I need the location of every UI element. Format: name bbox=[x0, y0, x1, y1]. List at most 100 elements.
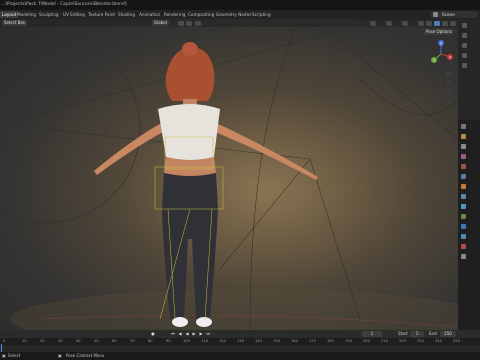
tab-rendering[interactable]: Rendering bbox=[164, 11, 185, 18]
frame-ruler[interactable]: 0 10 20 30 40 50 60 70 80 90 100 110 120… bbox=[0, 338, 480, 345]
overlay-toggle-icon[interactable] bbox=[402, 20, 408, 26]
pivot-point-icon[interactable] bbox=[178, 20, 184, 26]
output-properties-icon[interactable] bbox=[461, 144, 466, 149]
tab-layout[interactable]: Layout bbox=[0, 11, 19, 18]
top-shirt bbox=[158, 104, 220, 160]
next-keyframe-icon[interactable]: ▶ bbox=[198, 331, 204, 337]
material-shading-icon[interactable] bbox=[442, 20, 448, 26]
floor-glow bbox=[10, 289, 458, 330]
timeline-controls: ● ⏮ ◀ ◀ ▶ ▶ ⏭ 1 Start 1 End 250 bbox=[0, 330, 480, 338]
tool-properties-icon[interactable] bbox=[461, 124, 466, 129]
view-layer-icon[interactable] bbox=[462, 43, 467, 48]
texture-properties-icon[interactable] bbox=[461, 254, 466, 259]
proportional-edit-icon[interactable] bbox=[195, 20, 201, 26]
physics-properties-icon[interactable] bbox=[461, 204, 466, 209]
ruler-tick: 130 bbox=[237, 339, 244, 343]
scene-icon bbox=[433, 12, 438, 17]
jump-start-icon[interactable]: ● bbox=[150, 331, 156, 337]
wireframe-shading-icon[interactable] bbox=[426, 20, 432, 26]
ruler-tick: 140 bbox=[255, 339, 262, 343]
camera-view-icon[interactable] bbox=[446, 89, 452, 95]
ruler-tick: 150 bbox=[273, 339, 280, 343]
ruler-tick: 20 bbox=[40, 339, 45, 343]
transform-orientation-dropdown[interactable]: Global bbox=[152, 20, 169, 26]
right-arm bbox=[212, 122, 318, 180]
ruler-tick: 60 bbox=[112, 339, 117, 343]
pan-hand-icon[interactable] bbox=[446, 80, 452, 86]
keyframe-area[interactable] bbox=[0, 345, 480, 352]
world-properties-icon[interactable] bbox=[461, 174, 466, 179]
scene-selector[interactable]: Scene bbox=[430, 11, 478, 18]
play-icon[interactable]: ▶ bbox=[191, 331, 197, 337]
ruler-tick: 240 bbox=[435, 339, 442, 343]
armature-data-icon[interactable] bbox=[461, 224, 466, 229]
bone-properties-icon[interactable] bbox=[461, 234, 466, 239]
ruler-tick: 250 bbox=[453, 339, 460, 343]
zoom-icon[interactable] bbox=[446, 71, 452, 77]
tab-geometry-nodes[interactable]: Geometry Nodes bbox=[216, 11, 251, 18]
tab-shading[interactable]: Shading bbox=[118, 11, 135, 18]
constraint-properties-icon[interactable] bbox=[461, 214, 466, 219]
tab-scripting[interactable]: Scripting bbox=[252, 11, 271, 18]
pivot-marker bbox=[42, 124, 50, 132]
view-layer-properties-icon[interactable] bbox=[461, 154, 466, 159]
ruler-tick: 100 bbox=[183, 339, 190, 343]
end-label: End bbox=[429, 331, 437, 336]
select-mode-dropdown[interactable]: Select Box bbox=[2, 20, 28, 26]
ruler-tick: 200 bbox=[363, 339, 370, 343]
jump-to-end-icon[interactable]: ⏭ bbox=[205, 331, 211, 337]
object-properties-icon[interactable] bbox=[461, 184, 466, 189]
ruler-tick: 70 bbox=[130, 339, 135, 343]
tab-compositing[interactable]: Compositing bbox=[188, 11, 214, 18]
ruler-tick: 220 bbox=[399, 339, 406, 343]
guide-circle-left bbox=[0, 34, 141, 224]
solid-shading-icon[interactable] bbox=[434, 20, 440, 26]
status-bar: ▣ Select ▣ Pose Context Menu bbox=[0, 352, 480, 360]
perspective-toggle-icon[interactable] bbox=[446, 98, 452, 104]
ruler-tick: 30 bbox=[58, 339, 63, 343]
modifier-properties-icon[interactable] bbox=[461, 194, 466, 199]
viewport-header: Select Box Global bbox=[0, 19, 458, 27]
visibility-icon[interactable] bbox=[370, 20, 376, 26]
pose-options-dropdown[interactable]: Pose Options bbox=[424, 29, 454, 35]
start-frame-field[interactable]: 1 bbox=[410, 331, 424, 337]
tab-uv-editing[interactable]: UV Editing bbox=[63, 11, 85, 18]
tab-animation[interactable]: Animation bbox=[139, 11, 160, 18]
window-title: ...\Projects\Pack 7\Model - Copie\Source… bbox=[1, 2, 127, 7]
ruler-tick: 190 bbox=[345, 339, 352, 343]
prev-keyframe-icon[interactable]: ◀ bbox=[177, 331, 183, 337]
outliner-icon[interactable] bbox=[462, 23, 467, 28]
collection-icon[interactable] bbox=[462, 53, 467, 58]
ruler-tick: 210 bbox=[381, 339, 388, 343]
ruler-tick: 40 bbox=[76, 339, 81, 343]
end-frame-field[interactable]: 250 bbox=[440, 331, 456, 337]
tab-modeling[interactable]: Modeling bbox=[17, 11, 36, 18]
rendered-shading-icon[interactable] bbox=[450, 20, 456, 26]
scene-properties-icon[interactable] bbox=[461, 164, 466, 169]
left-shoe bbox=[172, 317, 188, 327]
workspace-tab-bar: Layout Modeling Sculpting UV Editing Tex… bbox=[0, 10, 480, 19]
render-properties-icon[interactable] bbox=[461, 134, 466, 139]
play-reverse-icon[interactable]: ◀ bbox=[184, 331, 190, 337]
armature-icon[interactable] bbox=[462, 63, 467, 68]
3d-viewport[interactable]: Select Box Global Pose Options Z X Y bbox=[0, 19, 458, 330]
status-select-label: Select bbox=[8, 353, 21, 358]
current-frame-field[interactable]: 1 bbox=[362, 331, 382, 337]
character-model bbox=[94, 42, 318, 327]
ruler-tick: 10 bbox=[22, 339, 27, 343]
properties-tab-strip bbox=[458, 120, 480, 330]
viewport-scene bbox=[0, 19, 458, 330]
tab-texture-paint[interactable]: Texture Paint bbox=[88, 11, 115, 18]
tab-sculpting[interactable]: Sculpting bbox=[39, 11, 59, 18]
window-title-bar: ...\Projects\Pack 7\Model - Copie\Source… bbox=[0, 0, 480, 10]
axis-gizmo[interactable]: Z X Y bbox=[426, 39, 456, 69]
gizmo-toggle-icon[interactable] bbox=[386, 20, 392, 26]
snap-icon[interactable] bbox=[186, 20, 192, 26]
ruler-tick: 170 bbox=[309, 339, 316, 343]
filter-icon[interactable] bbox=[462, 33, 467, 38]
ruler-tick: 80 bbox=[148, 339, 153, 343]
ruler-tick: 180 bbox=[327, 339, 334, 343]
xray-icon[interactable] bbox=[418, 20, 424, 26]
jump-to-start-icon[interactable]: ⏮ bbox=[170, 331, 176, 337]
material-properties-icon[interactable] bbox=[461, 244, 466, 249]
